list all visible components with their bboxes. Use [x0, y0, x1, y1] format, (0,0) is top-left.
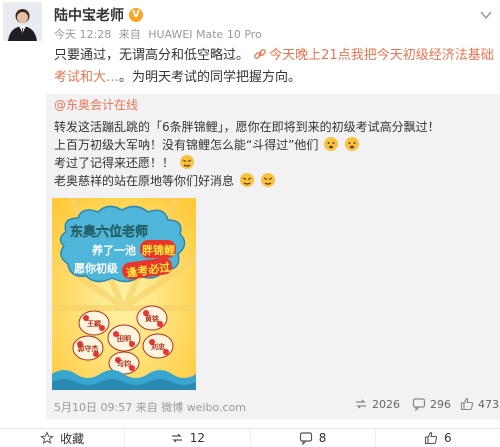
repost-author-link[interactable]: @东奥会计在线	[54, 98, 138, 112]
repost-text-line-2: 上百万初级大军呐！没有锦鲤怎么能“斗得过”他们	[54, 136, 360, 154]
source-prefix: 来自	[118, 28, 141, 41]
thumbs-up-icon	[460, 397, 474, 411]
repost-block: @东奥会计在线 转发这活蹦乱跳的「6条胖锦鲤」，愿你在即将到来的初级考试高分飘过…	[46, 94, 500, 419]
poster-fish-name: 郭守杰	[78, 344, 99, 353]
comment-count-value: 296	[430, 397, 451, 411]
poster-fish-name: 马钧	[117, 359, 131, 368]
poster-line-2: 养了一池	[91, 243, 136, 257]
emoji-icon	[345, 137, 360, 151]
like-count[interactable]: 473	[460, 397, 499, 411]
comment-label: 8	[318, 431, 327, 445]
post-device[interactable]: HUAWEI Mate 10 Pro	[148, 28, 262, 41]
post-text: 只要通过，无谓高分和低空略过。 今天晚上21点我把今天初级经济法基础考试和大…。…	[54, 45, 494, 89]
favorite-button[interactable]: 收藏	[0, 429, 126, 447]
repost-meta: 5月10日 09:57 来自 微博 weibo.com	[54, 399, 246, 415]
action-bar: 收藏 12 8 6	[0, 428, 500, 447]
repost-text-4: 老奥慈祥的站在原地等你们好消息	[54, 174, 235, 188]
poster-line-3: 愿你初级	[74, 261, 119, 275]
repost-date[interactable]: 5月10日	[54, 401, 97, 414]
chevron-down-icon[interactable]	[480, 10, 492, 20]
poster-line-2-highlight: 胖锦鲤	[142, 243, 175, 257]
comment-icon	[299, 432, 312, 445]
poster-fish-name: 王颖	[87, 319, 101, 328]
link-icon	[254, 49, 267, 59]
like-count-value: 473	[478, 397, 499, 411]
weibo-post: 陆中宝老师 V 今天 12:28 来自 HUAWEI Mate 10 Pro 只…	[0, 0, 500, 447]
post-meta: 今天 12:28 来自 HUAWEI Mate 10 Pro	[54, 26, 266, 42]
comment-button[interactable]: 8	[251, 429, 376, 447]
poster-fish-name: 黄铭	[145, 314, 159, 323]
post-text-before: 只要通过，无谓高分和低空略过。	[54, 48, 250, 63]
repost-text-2: 上百万初级大军呐！没有锦鲤怎么能“斗得过”他们	[54, 138, 319, 152]
poster-fish-name: 刘忠	[151, 342, 165, 351]
comment-count[interactable]: 296	[412, 397, 451, 411]
poster-fish-name: 田明	[117, 334, 131, 343]
poster-line-1: 东奥六位老师	[70, 224, 148, 239]
favorite-label: 收藏	[60, 431, 85, 446]
emoji-icon	[239, 173, 254, 187]
repost-image[interactable]: 东奥六位老师 养了一池 胖锦鲤 愿你初级 逢考必过 王颖 黄铭 田明 郭守杰 刘…	[52, 198, 196, 390]
post-text-after: 。为明天考试的同学把握方向。	[119, 70, 302, 85]
repost-icon	[171, 433, 182, 443]
star-icon	[40, 431, 54, 445]
repost-text-line-4: 老奥慈祥的站在原地等你们好消息	[54, 172, 276, 190]
repost-author-line: @东奥会计在线	[54, 96, 138, 114]
repost-icon	[356, 399, 366, 409]
repost-text-line-3: 考过了记得来还愿！！	[54, 154, 195, 172]
repost-text-1: 转发这活蹦乱跳的「6条胖锦鲤」，愿你在即将到来的初级考试高分飘过！	[54, 120, 440, 134]
verified-badge-icon: V	[129, 8, 143, 22]
avatar[interactable]	[3, 2, 42, 41]
like-label: 6	[444, 431, 452, 445]
thumbs-up-icon	[424, 431, 438, 445]
author-name[interactable]: 陆中宝老师	[54, 5, 124, 25]
repost-button[interactable]: 12	[125, 429, 251, 447]
repost-label: 12	[189, 431, 206, 445]
author-name-row: 陆中宝老师 V	[54, 5, 143, 25]
emoji-icon	[324, 137, 339, 151]
repost-source: 09:57 来自 微博 weibo.com	[100, 401, 247, 414]
repost-count[interactable]: 2026	[354, 397, 400, 411]
repost-count-value: 2026	[372, 397, 400, 411]
repost-text-line-1: 转发这活蹦乱跳的「6条胖锦鲤」，愿你在即将到来的初级考试高分飘过！	[54, 118, 440, 136]
like-button[interactable]: 6	[376, 429, 500, 447]
comment-icon	[412, 398, 426, 411]
emoji-icon	[179, 155, 194, 169]
emoji-icon	[260, 173, 275, 187]
repost-text-3: 考过了记得来还愿！！	[54, 156, 175, 170]
post-time[interactable]: 今天 12:28	[54, 28, 111, 41]
